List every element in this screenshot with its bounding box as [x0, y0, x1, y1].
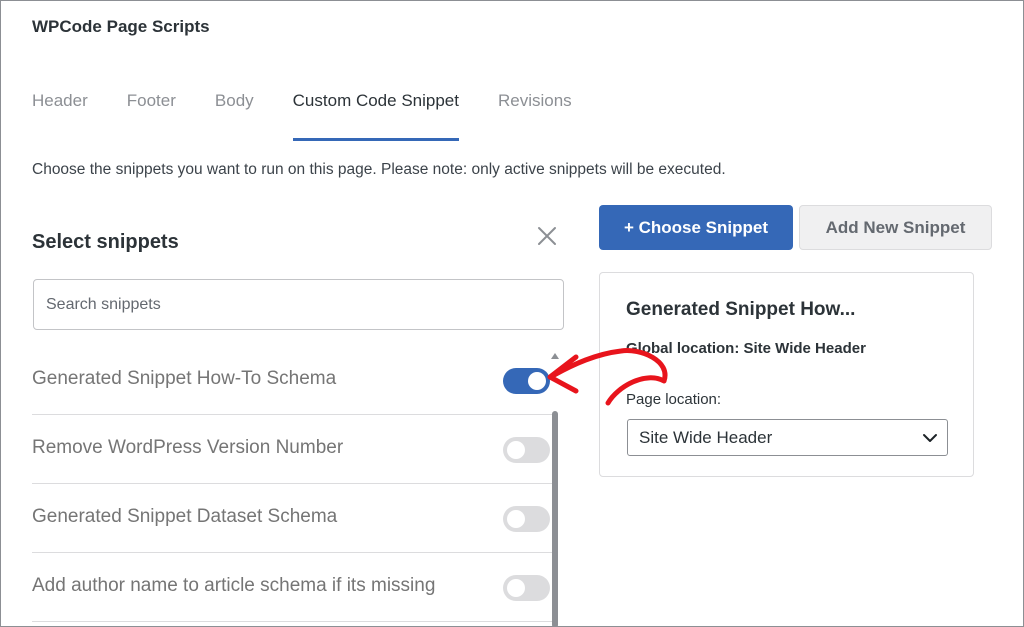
- instructions-note: Choose the snippets you want to run on t…: [32, 161, 726, 178]
- card-title: Generated Snippet How...: [626, 299, 856, 320]
- tab-bar: Header Footer Body Custom Code Snippet R…: [32, 89, 611, 141]
- search-snippets-input[interactable]: [33, 279, 564, 330]
- add-new-snippet-button[interactable]: Add New Snippet: [799, 205, 992, 250]
- list-item: Generated Snippet How-To Schema: [32, 346, 552, 415]
- close-icon[interactable]: [535, 224, 559, 248]
- toggle-knob: [507, 441, 525, 459]
- page-location-select[interactable]: Site Wide Header: [627, 419, 948, 456]
- choose-snippet-button[interactable]: + Choose Snippet: [599, 205, 793, 250]
- tab-footer[interactable]: Footer: [127, 89, 176, 141]
- snippet-label: Generated Snippet How-To Schema: [32, 368, 337, 389]
- modal-window: WPCode Page Scripts Header Footer Body C…: [0, 0, 1024, 627]
- snippet-list: Generated Snippet How-To Schema Remove W…: [32, 346, 552, 622]
- selected-snippet-card: Generated Snippet How... Global location…: [599, 272, 974, 477]
- snippet-toggle[interactable]: [503, 437, 550, 463]
- snippet-label: Add author name to article schema if its…: [32, 575, 436, 596]
- chevron-down-icon: [923, 434, 937, 442]
- scroll-up-arrow[interactable]: [551, 353, 559, 359]
- window-title: WPCode Page Scripts: [32, 17, 210, 36]
- snippet-toggle[interactable]: [503, 368, 550, 394]
- tab-header[interactable]: Header: [32, 89, 88, 141]
- list-item: Generated Snippet Dataset Schema: [32, 484, 552, 553]
- tab-custom-code-snippet[interactable]: Custom Code Snippet: [292, 89, 460, 141]
- page-location-value: Site Wide Header: [639, 428, 773, 447]
- select-snippets-title: Select snippets: [32, 231, 179, 253]
- snippet-toggle[interactable]: [503, 506, 550, 532]
- tab-revisions[interactable]: Revisions: [498, 89, 572, 141]
- global-location: Global location: Site Wide Header: [626, 340, 866, 357]
- page-location-label: Page location:: [626, 391, 722, 408]
- toggle-knob: [507, 510, 525, 528]
- snippet-label: Remove WordPress Version Number: [32, 437, 344, 458]
- toggle-knob: [507, 579, 525, 597]
- snippet-toggle[interactable]: [503, 575, 550, 601]
- list-item: Add author name to article schema if its…: [32, 553, 552, 622]
- toggle-knob: [528, 372, 546, 390]
- scrollbar[interactable]: [552, 411, 558, 627]
- list-item: Remove WordPress Version Number: [32, 415, 552, 484]
- snippet-label: Generated Snippet Dataset Schema: [32, 506, 338, 527]
- tab-body[interactable]: Body: [215, 89, 254, 141]
